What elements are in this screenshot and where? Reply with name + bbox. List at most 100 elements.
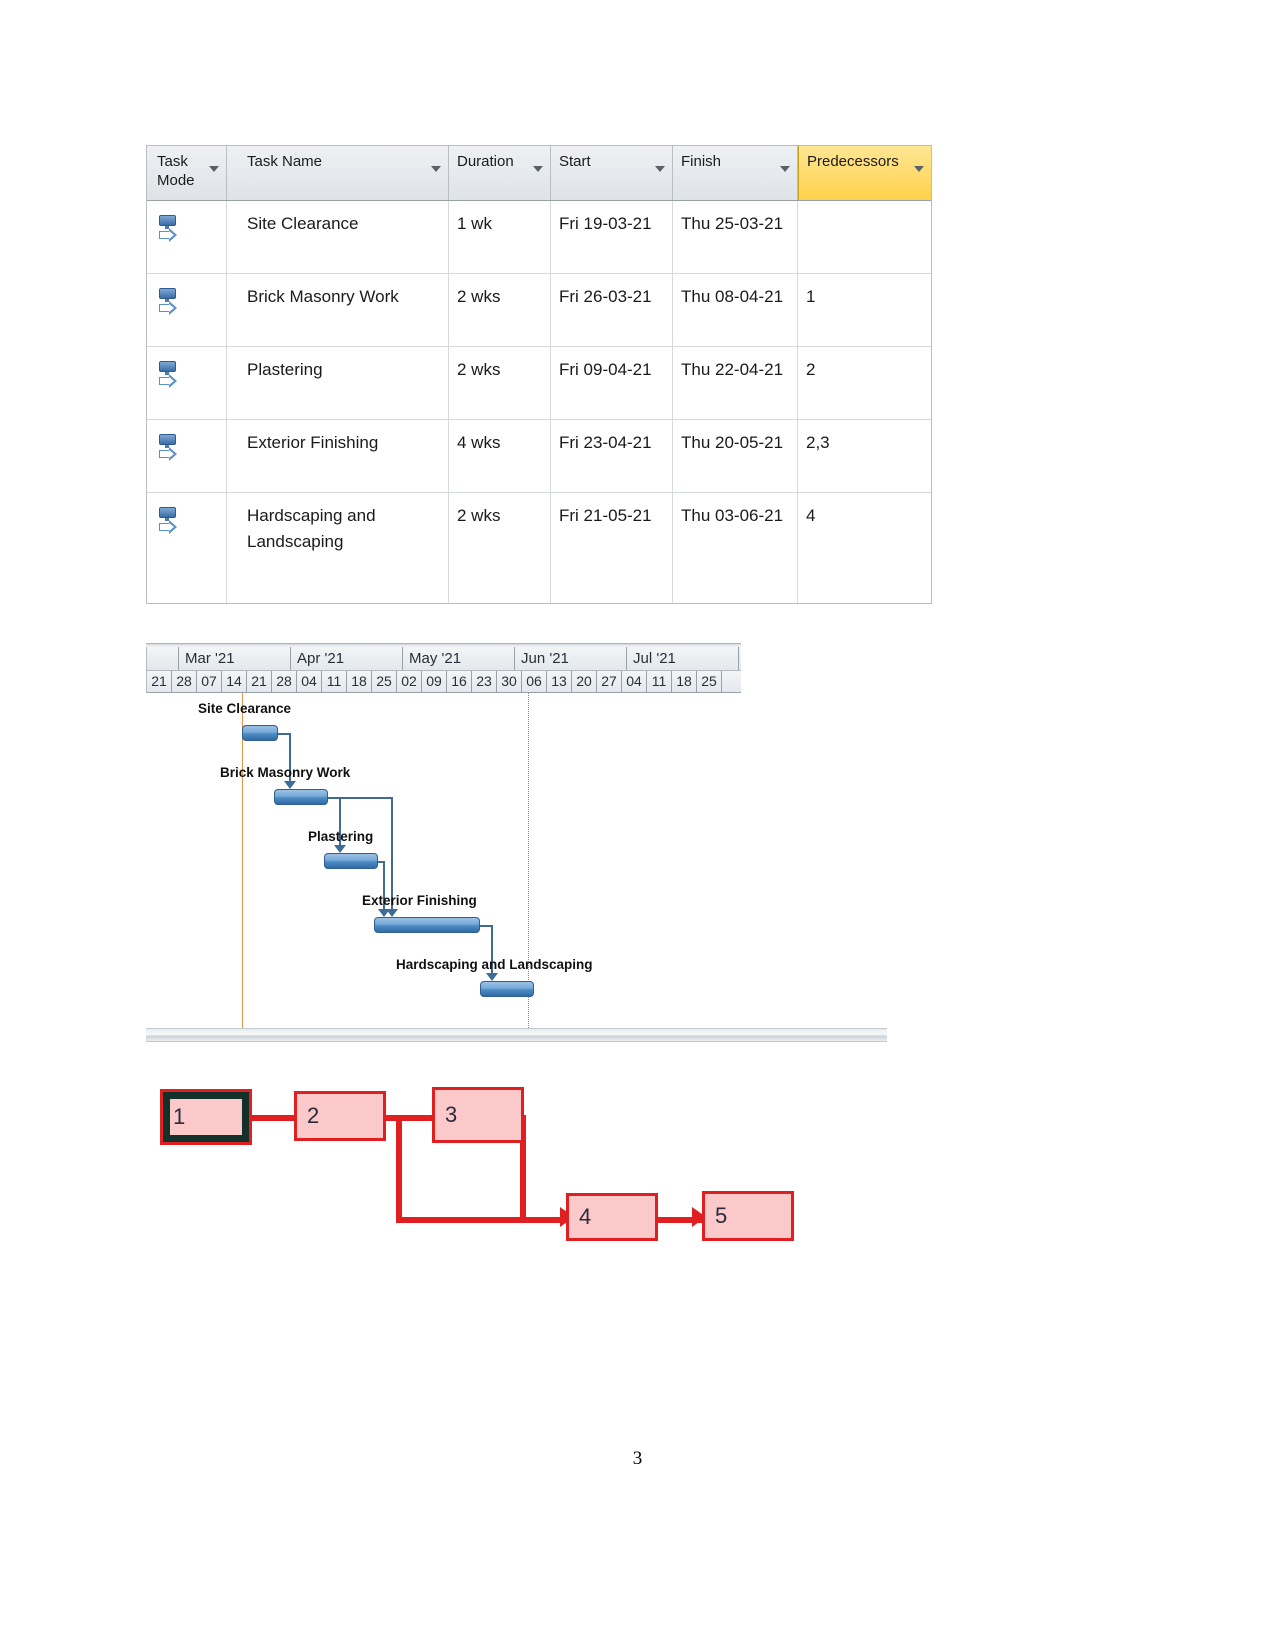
chevron-down-icon[interactable] xyxy=(533,166,543,172)
column-header-start[interactable]: Start xyxy=(551,146,673,200)
network-node-1[interactable]: 1 xyxy=(160,1089,252,1145)
gantt-bar-label: Hardscaping and Landscaping xyxy=(396,957,593,972)
status-date-line xyxy=(242,693,243,1028)
column-header-label: Duration xyxy=(457,153,514,170)
gantt-bar-label: Site Clearance xyxy=(198,701,292,716)
network-node-4[interactable]: 4 xyxy=(566,1193,658,1241)
cell-finish[interactable]: Thu 20-05-21 xyxy=(673,420,798,492)
cell-finish[interactable]: Thu 08-04-21 xyxy=(673,274,798,346)
table-row[interactable]: Hardscaping and Landscaping 2 wks Fri 21… xyxy=(147,493,931,603)
cell-task-name[interactable]: Hardscaping and Landscaping xyxy=(227,493,449,603)
gantt-bar-label: Brick Masonry Work xyxy=(220,765,351,780)
gantt-bar-label: Plastering xyxy=(308,829,374,844)
page-number: 3 xyxy=(632,1448,643,1469)
column-header-finish[interactable]: Finish xyxy=(673,146,798,200)
column-header-label: Start xyxy=(559,153,591,170)
column-header-label: Predecessors xyxy=(807,153,899,170)
auto-schedule-icon xyxy=(157,215,183,251)
task-table-header: Task Mode Task Name Duration Start Finis… xyxy=(147,146,931,201)
auto-schedule-icon xyxy=(157,507,183,543)
cell-duration[interactable]: 2 wks xyxy=(449,274,551,346)
gantt-day-cell: 11 xyxy=(647,671,672,692)
cell-duration[interactable]: 1 wk xyxy=(449,201,551,273)
cell-finish[interactable]: Thu 25-03-21 xyxy=(673,201,798,273)
cell-task-mode[interactable] xyxy=(147,493,227,603)
cell-task-name[interactable]: Site Clearance xyxy=(227,201,449,273)
gantt-link-arrow-icon xyxy=(486,973,498,981)
cell-finish[interactable]: Thu 22-04-21 xyxy=(673,347,798,419)
column-header-duration[interactable]: Duration xyxy=(449,146,551,200)
table-row[interactable]: Plastering 2 wks Fri 09-04-21 Thu 22-04-… xyxy=(147,347,931,420)
cell-predecessors[interactable]: 2,3 xyxy=(798,420,931,492)
cell-task-mode[interactable] xyxy=(147,274,227,346)
gantt-day-cell: 04 xyxy=(297,671,322,692)
gantt-month-cell: Apr '21 xyxy=(291,647,403,670)
cell-task-name[interactable]: Plastering xyxy=(227,347,449,419)
gantt-bar-label: Exterior Finishing xyxy=(362,893,477,908)
gantt-day-cell: 28 xyxy=(272,671,297,692)
cell-predecessors[interactable] xyxy=(798,201,931,273)
chevron-down-icon[interactable] xyxy=(655,166,665,172)
cell-duration[interactable]: 4 wks xyxy=(449,420,551,492)
cell-start[interactable]: Fri 19-03-21 xyxy=(551,201,673,273)
network-diagram[interactable]: 1 2 3 4 5 xyxy=(146,1075,846,1265)
gantt-bar-plastering[interactable] xyxy=(324,853,378,869)
gantt-month-cell: Jul '21 xyxy=(627,647,739,670)
gantt-canvas[interactable]: Site Clearance Brick Masonry Work Plaste… xyxy=(146,693,741,1028)
column-header-task-name[interactable]: Task Name xyxy=(227,146,449,200)
gantt-day-cell: 18 xyxy=(347,671,372,692)
gantt-day-cell: 13 xyxy=(547,671,572,692)
chevron-down-icon[interactable] xyxy=(431,166,441,172)
gantt-day-cell: 21 xyxy=(147,671,172,692)
cell-task-mode[interactable] xyxy=(147,420,227,492)
column-header-label: Task Name xyxy=(247,153,323,170)
gantt-day-cell: 21 xyxy=(247,671,272,692)
column-header-label: Finish xyxy=(681,153,722,170)
cell-task-name[interactable]: Brick Masonry Work xyxy=(227,274,449,346)
gantt-day-cell: 27 xyxy=(597,671,622,692)
gantt-link-arrow-icon xyxy=(378,909,390,917)
gantt-bar-exterior-finishing[interactable] xyxy=(374,917,480,933)
column-header-task-mode[interactable]: Task Mode xyxy=(147,146,227,200)
gantt-link-line xyxy=(328,797,392,799)
cell-start[interactable]: Fri 21-05-21 xyxy=(551,493,673,603)
cell-duration[interactable]: 2 wks xyxy=(449,347,551,419)
cell-duration[interactable]: 2 wks xyxy=(449,493,551,603)
chevron-down-icon[interactable] xyxy=(914,166,924,172)
auto-schedule-icon xyxy=(157,288,183,324)
gantt-day-cell: 04 xyxy=(622,671,647,692)
cell-finish[interactable]: Thu 03-06-21 xyxy=(673,493,798,603)
cell-task-mode[interactable] xyxy=(147,347,227,419)
gantt-day-cell: 06 xyxy=(522,671,547,692)
auto-schedule-icon xyxy=(157,434,183,470)
task-table[interactable]: Task Mode Task Name Duration Start Finis… xyxy=(146,145,932,604)
gantt-day-cell: 23 xyxy=(472,671,497,692)
cell-start[interactable]: Fri 26-03-21 xyxy=(551,274,673,346)
table-row[interactable]: Exterior Finishing 4 wks Fri 23-04-21 Th… xyxy=(147,420,931,493)
table-row[interactable]: Site Clearance 1 wk Fri 19-03-21 Thu 25-… xyxy=(147,201,931,274)
cell-start[interactable]: Fri 09-04-21 xyxy=(551,347,673,419)
gantt-bar-hardscaping-and-landscaping[interactable] xyxy=(480,981,534,997)
gantt-day-cell: 28 xyxy=(172,671,197,692)
cell-task-mode[interactable] xyxy=(147,201,227,273)
cell-start[interactable]: Fri 23-04-21 xyxy=(551,420,673,492)
gantt-day-cell: 25 xyxy=(372,671,397,692)
chevron-down-icon[interactable] xyxy=(780,166,790,172)
network-node-5[interactable]: 5 xyxy=(702,1191,794,1241)
cell-predecessors[interactable]: 4 xyxy=(798,493,931,603)
gantt-month-header: Mar '21 Apr '21 May '21 Jun '21 Jul '21 xyxy=(146,647,741,671)
network-node-3[interactable]: 3 xyxy=(432,1087,524,1143)
gantt-day-cell: 25 xyxy=(697,671,722,692)
gantt-month-cell: May '21 xyxy=(403,647,515,670)
cell-predecessors[interactable]: 1 xyxy=(798,274,931,346)
cell-task-name[interactable]: Exterior Finishing xyxy=(227,420,449,492)
gantt-bar-brick-masonry-work[interactable] xyxy=(274,789,328,805)
gantt-day-header: 21 28 07 14 21 28 04 11 18 25 02 09 16 2… xyxy=(146,671,741,693)
cell-predecessors[interactable]: 2 xyxy=(798,347,931,419)
network-node-2[interactable]: 2 xyxy=(294,1091,386,1141)
table-row[interactable]: Brick Masonry Work 2 wks Fri 26-03-21 Th… xyxy=(147,274,931,347)
gantt-bar-site-clearance[interactable] xyxy=(242,725,278,741)
column-header-predecessors[interactable]: Predecessors xyxy=(798,146,931,200)
gantt-chart[interactable]: Mar '21 Apr '21 May '21 Jun '21 Jul '21 … xyxy=(146,643,887,1042)
chevron-down-icon[interactable] xyxy=(209,166,219,172)
